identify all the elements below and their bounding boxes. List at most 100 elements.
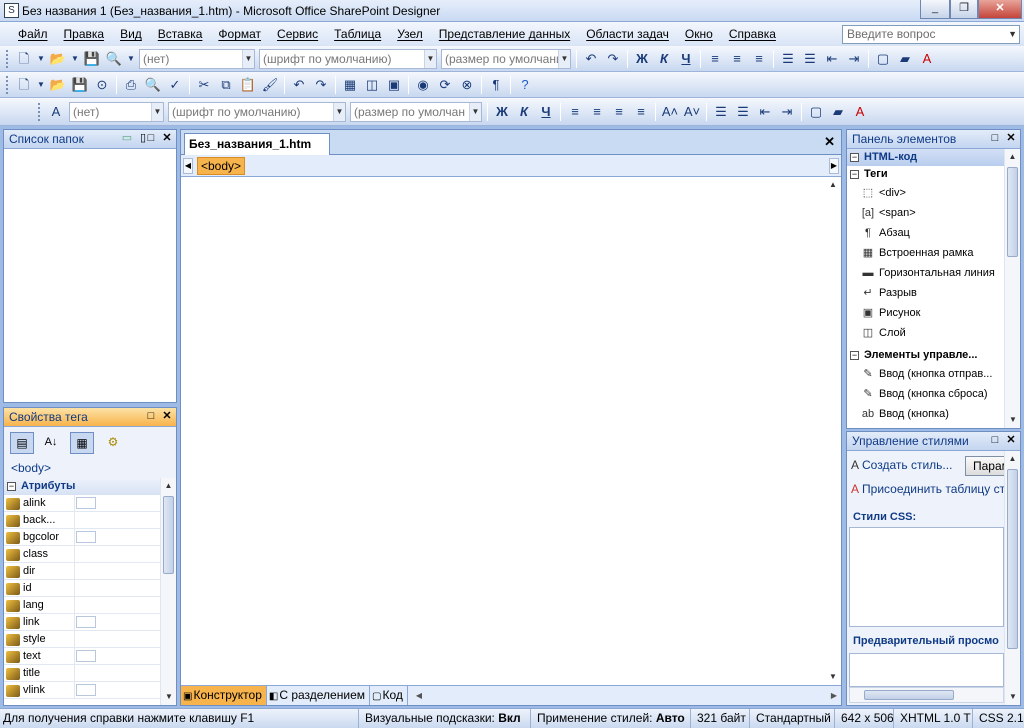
attribute-value[interactable] — [74, 580, 160, 596]
align-right-icon[interactable]: ≡ — [610, 103, 628, 121]
toolbox-item[interactable]: ✎ Ввод (кнопка сброса) — [847, 384, 1004, 404]
underline-button[interactable]: Ч — [677, 50, 695, 68]
insert-table-icon[interactable]: ▦ — [341, 76, 359, 94]
scroll-thumb[interactable] — [864, 690, 954, 700]
close-panel-icon[interactable]: ✕ — [160, 409, 174, 424]
toolbar-grip[interactable] — [6, 75, 9, 94]
style-combo[interactable]: (нет) ▼ — [139, 48, 255, 69]
cut-icon[interactable]: ✂ — [195, 76, 213, 94]
show-all-icon[interactable]: ¶ — [487, 76, 505, 94]
toolbox-item[interactable]: [a] <span> — [847, 203, 1004, 223]
close-panel-icon[interactable]: ✕ — [1004, 131, 1018, 146]
toolbox-item[interactable]: ✎ Ввод (кнопка отправ... — [847, 364, 1004, 384]
align-left-icon[interactable]: ≡ — [706, 50, 724, 68]
bold-button[interactable]: Ж — [633, 50, 651, 68]
new-document-icon[interactable]: 🗋 — [15, 76, 33, 94]
binoculars-icon[interactable]: ⊙ — [93, 76, 111, 94]
attribute-row[interactable]: text — [4, 648, 160, 665]
attribute-value[interactable] — [74, 682, 160, 698]
status-visual-hints[interactable]: Визуальные подсказки: Вкл — [358, 709, 527, 728]
attribute-value[interactable] — [74, 546, 160, 562]
undo-icon[interactable]: ↶ — [582, 50, 600, 68]
attribute-value[interactable] — [74, 648, 160, 664]
minimize-button[interactable]: _ — [920, 0, 950, 19]
status-css-version[interactable]: CSS 2.1 — [972, 709, 1024, 728]
align-center-icon[interactable]: ≡ — [728, 50, 746, 68]
align-left-icon[interactable]: ≡ — [566, 103, 584, 121]
design-canvas[interactable]: ▲ ▼ — [181, 177, 841, 685]
attribute-value[interactable] — [74, 495, 160, 511]
attribute-value[interactable] — [74, 529, 160, 545]
close-document-icon[interactable]: ✕ — [824, 134, 835, 150]
chevron-down-icon[interactable]: ▼ — [71, 50, 79, 68]
toolbox-item[interactable]: ab Ввод (кнопка) — [847, 404, 1004, 424]
close-panel-icon[interactable]: ✕ — [1004, 433, 1018, 448]
open-folder-icon[interactable]: 📂 — [49, 50, 67, 68]
bold-button-2[interactable]: Ж — [493, 103, 511, 121]
attribute-value-box[interactable] — [76, 616, 96, 628]
preview-hscroll[interactable] — [849, 687, 1004, 703]
maximize-button[interactable]: ❐ — [950, 0, 978, 19]
show-set-properties-icon[interactable]: ▦ — [70, 432, 94, 454]
scroll-down-icon[interactable]: ▼ — [825, 669, 841, 685]
toolbox-item[interactable]: ◫ Слой — [847, 323, 1004, 343]
attribute-row[interactable]: id — [4, 580, 160, 597]
scroll-right-icon[interactable]: ▶ — [831, 691, 837, 700]
toolbox-item[interactable]: ¶ Абзац — [847, 223, 1004, 243]
menu-item-11[interactable]: Справка — [721, 22, 784, 46]
toolbar-grip[interactable] — [38, 102, 41, 121]
preview-icon[interactable]: 🔍 — [144, 76, 162, 94]
menu-item-2[interactable]: Вид — [112, 22, 150, 46]
menu-item-4[interactable]: Формат — [210, 22, 269, 46]
attribute-value[interactable] — [74, 563, 160, 579]
attribute-value-box[interactable] — [76, 531, 96, 543]
controls-group[interactable]: − Элементы управле... — [847, 347, 1004, 364]
chevron-down-icon[interactable]: ▼ — [37, 50, 45, 68]
css-styles-list[interactable] — [849, 527, 1004, 627]
scroll-thumb[interactable] — [1007, 469, 1018, 649]
maximize-panel-icon[interactable]: □ — [988, 433, 1002, 448]
font-color-icon[interactable]: A — [918, 50, 936, 68]
attribute-value[interactable] — [74, 614, 160, 630]
scroll-thumb[interactable] — [163, 496, 174, 574]
toolbox-scrollbar[interactable]: ▲ ▼ — [1004, 149, 1020, 428]
scroll-down-icon[interactable]: ▼ — [1005, 689, 1020, 705]
ask-question-input[interactable]: Введите вопрос ▼ — [842, 25, 1020, 44]
scroll-right-icon[interactable]: ▶ — [829, 158, 839, 174]
attributes-scrollbar[interactable]: ▲ ▼ — [160, 478, 176, 705]
scroll-down-icon[interactable]: ▼ — [1005, 412, 1020, 428]
menu-item-6[interactable]: Таблица — [326, 22, 389, 46]
size-combo-2[interactable]: (размер по умолчан ▼ — [350, 101, 482, 122]
attribute-row[interactable]: class — [4, 546, 160, 563]
attribute-row[interactable]: style — [4, 631, 160, 648]
borders-icon[interactable]: ▢ — [874, 50, 892, 68]
paste-icon[interactable]: 📋 — [239, 76, 257, 94]
toolbox-item[interactable]: ▣ Рисунок — [847, 303, 1004, 323]
highlight-icon[interactable]: ▰ — [896, 50, 914, 68]
view-tab-0[interactable]: ▣Конструктор — [181, 686, 267, 705]
attribute-row[interactable]: lang — [4, 597, 160, 614]
tags-group[interactable]: − Теги — [847, 166, 1004, 183]
scroll-left-icon[interactable]: ◀ — [416, 691, 422, 700]
menu-item-10[interactable]: Окно — [677, 22, 721, 46]
scroll-up-icon[interactable]: ▲ — [161, 478, 176, 494]
font-combo-2[interactable]: (шрифт по умолчанию) ▼ — [168, 101, 346, 122]
status-style-application[interactable]: Применение стилей: Авто — [530, 709, 691, 728]
print-icon[interactable]: ⎙ — [122, 76, 140, 94]
attribute-value-box[interactable] — [76, 684, 96, 696]
toolbox-item[interactable]: ▦ Встроенная рамка — [847, 243, 1004, 263]
menu-item-1[interactable]: Правка — [56, 22, 113, 46]
attributes-section-header[interactable]: − Атрибуты — [4, 478, 160, 495]
copy-icon[interactable]: ⧉ — [217, 76, 235, 94]
view-tab-1[interactable]: ◧С разделением — [267, 686, 370, 705]
preview-icon[interactable]: 🔍 — [105, 50, 123, 68]
menu-item-7[interactable]: Узел — [389, 22, 431, 46]
attribute-row[interactable]: title — [4, 665, 160, 682]
indent-icon[interactable]: ⇥ — [778, 103, 796, 121]
scroll-thumb[interactable] — [1007, 167, 1018, 257]
insert-image-icon[interactable]: ▣ — [385, 76, 403, 94]
body-tag-chip[interactable]: <body> — [197, 157, 246, 175]
undo-icon[interactable]: ↶ — [290, 76, 308, 94]
web-component-icon[interactable]: ◉ — [414, 76, 432, 94]
maximize-panel-icon[interactable]: □ — [144, 409, 158, 424]
